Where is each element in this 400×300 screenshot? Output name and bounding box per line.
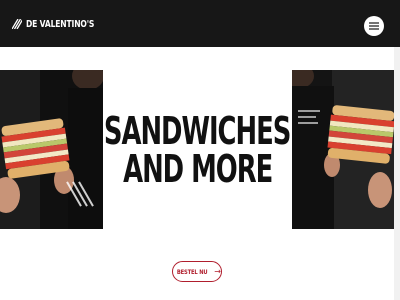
menu-button[interactable] (364, 16, 384, 36)
headline-line-1: SANDWICHES (104, 108, 291, 153)
arrow-right-icon: → (214, 266, 221, 276)
order-now-button[interactable]: BESTEL NU → (172, 261, 222, 282)
headline-line-2: AND MORE (122, 146, 273, 191)
hero-image-left (0, 70, 103, 229)
hero-image-right (292, 70, 394, 229)
hero-section: SANDWICHES AND MORE (0, 70, 400, 229)
order-now-label: BESTEL NU (176, 267, 208, 276)
logo-stripes-icon (12, 19, 22, 29)
hero-headline: SANDWICHES AND MORE (103, 70, 292, 229)
page-scrollbar[interactable] (394, 47, 400, 300)
hamburger-menu-icon (369, 22, 379, 30)
brand-logo[interactable]: DE VALENTINO'S (12, 18, 111, 30)
brand-name: DE VALENTINO'S (26, 18, 95, 30)
site-header: DE VALENTINO'S (0, 0, 400, 47)
